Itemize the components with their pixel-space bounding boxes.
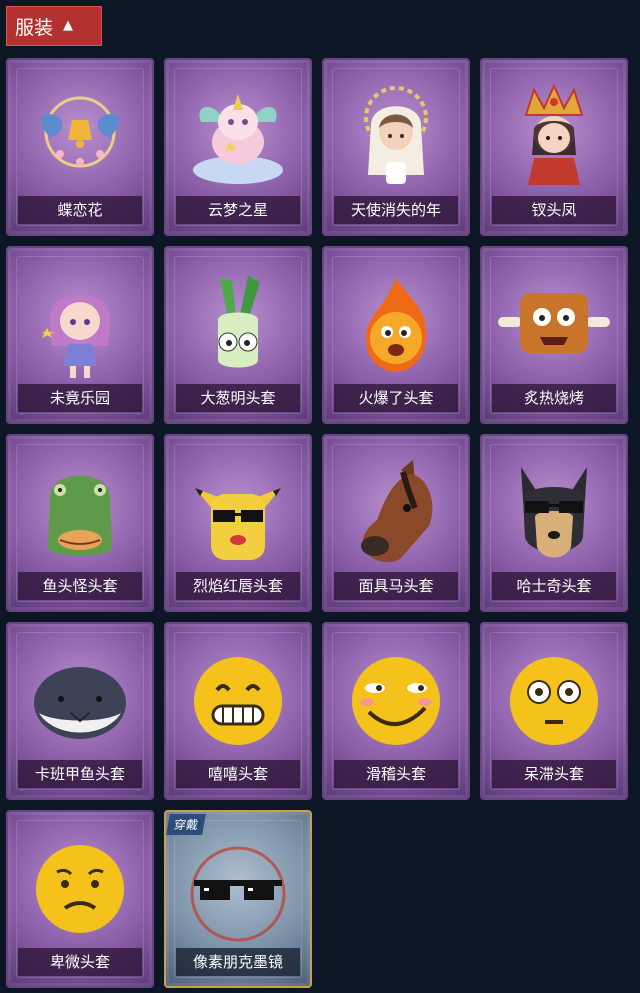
costume-card[interactable]: 卑微头套: [6, 810, 154, 988]
scallion-head-icon: [166, 262, 310, 388]
costume-card[interactable]: 嘻嘻头套: [164, 622, 312, 800]
grin-emoji-icon: [166, 638, 310, 764]
costume-card[interactable]: 未竟乐园: [6, 246, 154, 424]
costume-card[interactable]: 鱼头怪头套: [6, 434, 154, 612]
costume-card[interactable]: 云梦之星: [164, 58, 312, 236]
costume-name: 呆滞头套: [492, 760, 616, 788]
costume-card[interactable]: 天使消失的年: [322, 58, 470, 236]
unicorn-cloud-icon: [166, 74, 310, 200]
costume-card[interactable]: 炙热烧烤: [480, 246, 628, 424]
costume-name: 云梦之星: [176, 196, 300, 224]
costume-name: 像素朋克墨镜: [176, 948, 300, 976]
costume-card[interactable]: 火爆了头套: [322, 246, 470, 424]
costume-name: 炙热烧烤: [492, 384, 616, 412]
humble-emoji-icon: [8, 826, 152, 952]
horse-mask-icon: [324, 450, 468, 576]
fairy-girl-doll-icon: [8, 262, 152, 388]
costume-name: 火爆了头套: [334, 384, 458, 412]
costume-name: 哈士奇头套: [492, 572, 616, 600]
costume-name: 蝶恋花: [18, 196, 142, 224]
costume-card[interactable]: 烈焰红唇头套: [164, 434, 312, 612]
costume-category-tab[interactable]: 服装 ▲: [6, 6, 102, 46]
costume-card[interactable]: 面具马头套: [322, 434, 470, 612]
angel-halo-doll-icon: [324, 74, 468, 200]
costume-name: 大葱明头套: [176, 384, 300, 412]
costume-card[interactable]: 大葱明头套: [164, 246, 312, 424]
phoenix-crown-doll-icon: [482, 74, 626, 200]
costume-name: 卡班甲鱼头套: [18, 760, 142, 788]
costume-name: 卑微头套: [18, 948, 142, 976]
costume-name: 嘻嘻头套: [176, 760, 300, 788]
costume-card[interactable]: 卡班甲鱼头套: [6, 622, 154, 800]
funny-emoji-icon: [324, 638, 468, 764]
category-title: 服装: [15, 16, 54, 39]
costume-card-equipped[interactable]: 穿戴 像素朋克墨镜: [164, 810, 312, 988]
husky-sunglasses-icon: [482, 450, 626, 576]
pixel-sunglasses-icon: [166, 826, 310, 952]
costume-card[interactable]: 钗头凤: [480, 58, 628, 236]
costume-card[interactable]: 滑稽头套: [322, 622, 470, 800]
round-fish-head-icon: [8, 638, 152, 764]
butterfly-bell-ornament-icon: [8, 74, 152, 200]
fish-monster-mask-icon: [8, 450, 152, 576]
chevron-up-icon: ▲: [63, 17, 74, 33]
costume-name: 滑稽头套: [334, 760, 458, 788]
bbq-meat-head-icon: [482, 262, 626, 388]
dazed-emoji-icon: [482, 638, 626, 764]
costume-card[interactable]: 蝶恋花: [6, 58, 154, 236]
costume-card[interactable]: 哈士奇头套: [480, 434, 628, 612]
costume-name: 面具马头套: [334, 572, 458, 600]
costume-name: 烈焰红唇头套: [176, 572, 300, 600]
costume-card[interactable]: 呆滞头套: [480, 622, 628, 800]
yellow-pikachu-sunglasses-icon: [166, 450, 310, 576]
costume-name: 钗头凤: [492, 196, 616, 224]
fireball-head-icon: [324, 262, 468, 388]
costume-name: 未竟乐园: [18, 384, 142, 412]
costume-name: 鱼头怪头套: [18, 572, 142, 600]
costume-name: 天使消失的年: [334, 196, 458, 224]
costume-grid: 蝶恋花 云梦之星 天使消失的年 钗头凤 未竟乐园 大葱明头套 火爆了头套 炙热烧…: [6, 58, 628, 988]
